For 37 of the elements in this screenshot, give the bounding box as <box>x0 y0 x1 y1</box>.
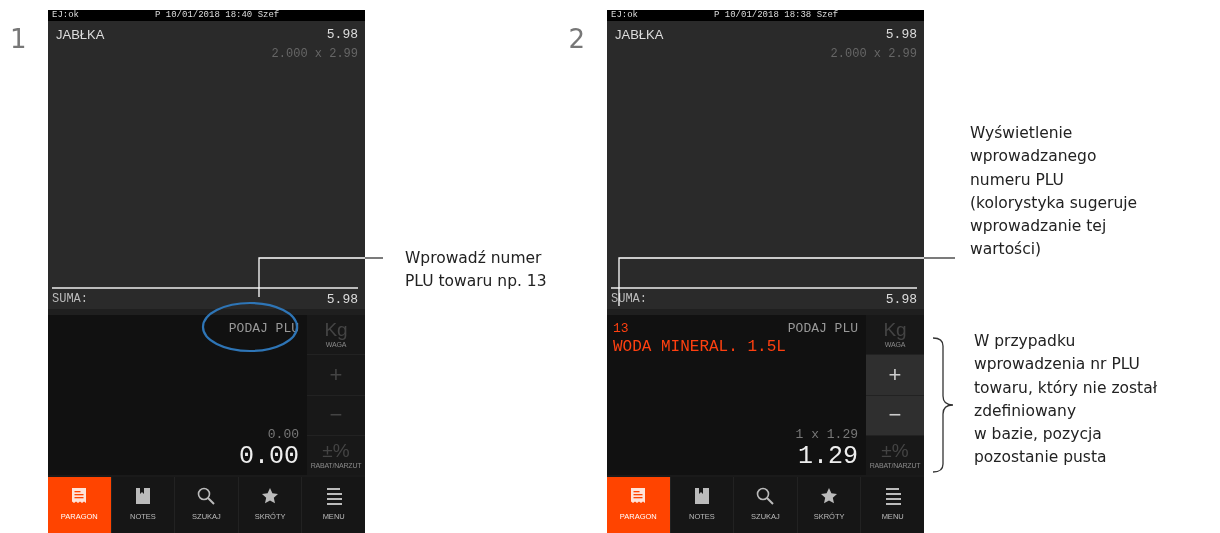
plu-prompt: PODAJ PLU <box>787 320 858 338</box>
star-icon <box>820 487 839 506</box>
product-name: WODA MINERAL. 1.5L <box>613 338 787 357</box>
search-icon <box>197 487 216 506</box>
date-time-text: P 10/01/2018 18:40 Szef <box>155 10 280 21</box>
item-quantity-price: 2.000 x 2.99 <box>270 45 358 63</box>
total-amount: 5.98 <box>885 291 917 309</box>
quantity-price: 0.00 <box>266 425 299 444</box>
menu-icon <box>883 487 902 506</box>
plu-number: 13 <box>613 320 629 338</box>
annotation-text: W przypadku wprowadzenia nr PLU towaru, który nie został zdefiniowany w bazie, pozycja pozostanie pusta <box>974 331 1158 469</box>
total-amount: 5.98 <box>326 291 358 309</box>
menu-icon <box>324 487 343 506</box>
status-text: EJ:ok <box>611 10 638 21</box>
panel-number: 2 <box>568 26 585 52</box>
receipt-icon <box>71 487 88 506</box>
entry-amount: 0.00 <box>238 444 299 469</box>
entry-amount: 1.29 <box>797 444 858 469</box>
minus-button[interactable]: − <box>866 395 924 435</box>
quantity-price: 1 x 1.29 <box>794 425 858 444</box>
plus-button[interactable]: + <box>866 355 924 395</box>
item-amount: 5.98 <box>885 26 917 44</box>
notebook-icon <box>134 487 151 506</box>
total-label: SUMA: <box>52 291 88 308</box>
annotation-text: Wprowadź numer PLU towaru np. 13 <box>405 248 547 293</box>
date-time-text: P 10/01/2018 18:38 Szef <box>714 10 839 21</box>
notebook-icon <box>693 487 710 506</box>
annotation-text: Wyświetlenie wprowadzanego numeru PLU (kolorystyka sugeruje wprowadzanie tej wartości) <box>970 123 1138 261</box>
star-icon <box>261 487 280 506</box>
panel-number: 1 <box>10 26 27 52</box>
status-text: EJ:ok <box>52 10 79 21</box>
item-amount: 5.98 <box>326 26 358 44</box>
receipt-icon <box>630 487 647 506</box>
item-name: JABŁKA <box>56 26 105 44</box>
item-quantity-price: 2.000 x 2.99 <box>829 45 917 63</box>
item-name: JABŁKA <box>615 26 664 44</box>
search-icon <box>756 487 775 506</box>
